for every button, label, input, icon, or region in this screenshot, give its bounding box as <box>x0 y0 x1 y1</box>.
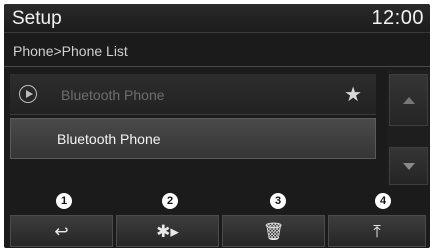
list-item[interactable]: Bluetooth Phone ★ <box>10 74 376 115</box>
callout-4: 4 <box>375 193 391 209</box>
scrollbar <box>387 70 430 185</box>
move-to-top-button[interactable]: ⤒ <box>328 215 426 247</box>
back-icon: ↩ <box>54 222 69 241</box>
back-button[interactable]: ↩ <box>10 215 113 247</box>
move-to-top-icon: ⤒ <box>373 222 381 241</box>
bottom-toolbar: ↩ ✱▸ 🗑 ⤒ <box>4 214 430 248</box>
arrow-down-icon <box>403 163 415 170</box>
list-item-selected[interactable]: Bluetooth Phone <box>10 118 376 159</box>
breadcrumb-text: Phone>Phone List <box>13 43 128 59</box>
trash-icon: 🗑 <box>262 222 285 241</box>
page-title: Setup <box>12 8 62 29</box>
arrow-up-icon <box>403 97 415 104</box>
callout-2: 2 <box>162 193 178 209</box>
list-item-label: Bluetooth Phone <box>57 131 161 147</box>
bluetooth-connect-button[interactable]: ✱▸ <box>116 215 219 247</box>
bluetooth-connect-icon: ✱▸ <box>156 222 179 241</box>
scroll-down-button[interactable] <box>389 147 428 185</box>
clock: 12:00 <box>371 7 424 29</box>
scroll-up-button[interactable] <box>389 74 428 126</box>
play-icon <box>19 85 37 103</box>
breadcrumb: Phone>Phone List <box>4 33 430 67</box>
phone-list: Bluetooth Phone ★ Bluetooth Phone <box>4 70 376 185</box>
setup-screen: Setup 12:00 Phone>Phone List Bluetooth P… <box>4 4 430 248</box>
list-item-label: Bluetooth Phone <box>61 87 165 103</box>
title-bar: Setup 12:00 <box>4 4 430 33</box>
delete-button[interactable]: 🗑 <box>222 215 325 247</box>
callout-3: 3 <box>270 193 286 209</box>
star-icon: ★ <box>344 84 362 106</box>
callout-row: 1 2 3 4 <box>4 190 430 212</box>
callout-1: 1 <box>56 193 72 209</box>
